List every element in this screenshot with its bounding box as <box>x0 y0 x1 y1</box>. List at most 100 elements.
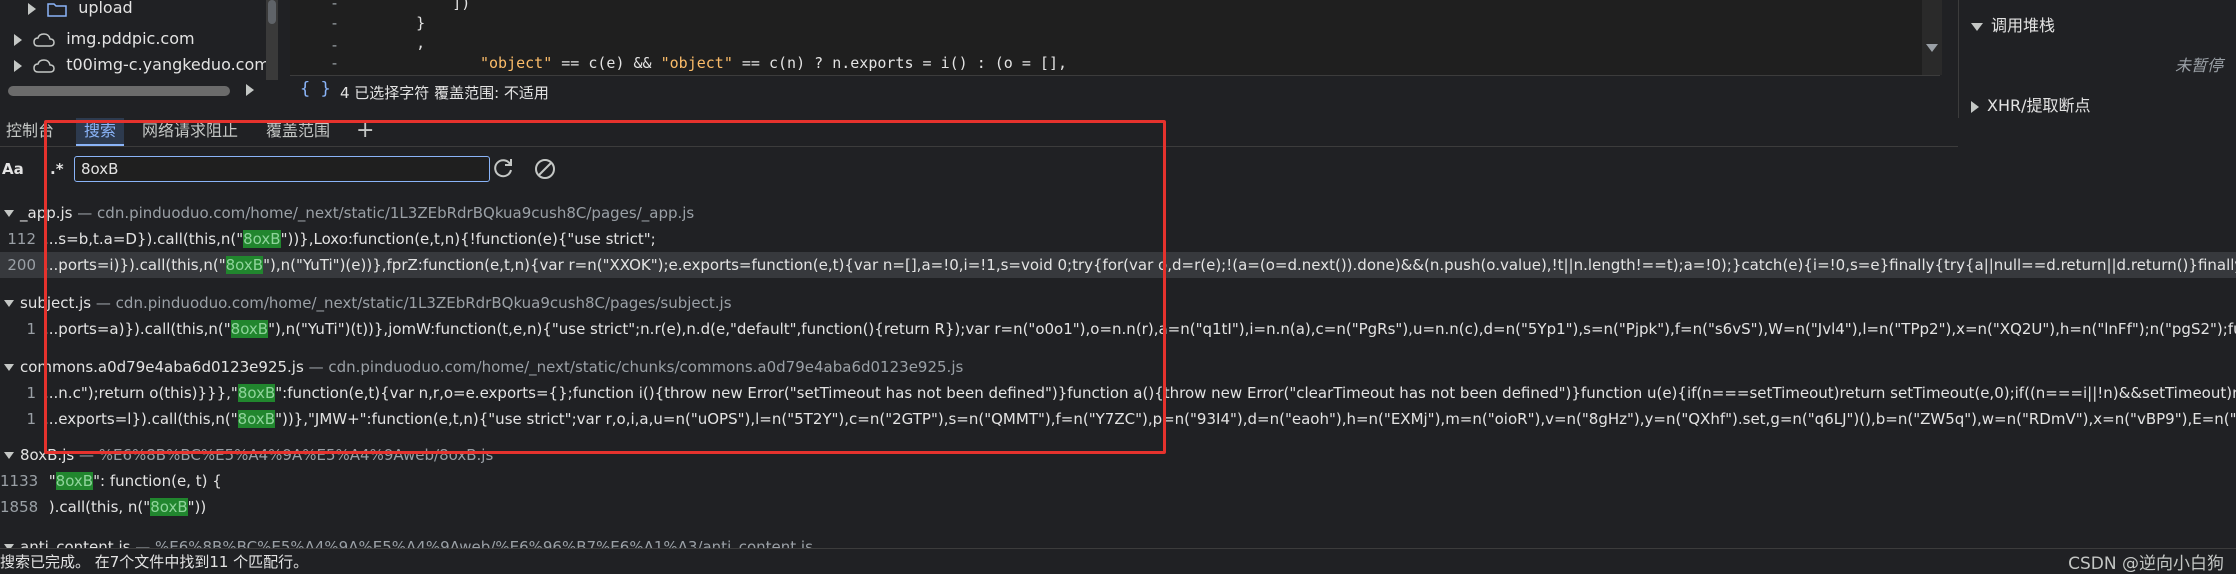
line-prefix: ...ports=a)}).call(this,n(" <box>44 320 231 338</box>
tab-network-request-blocking[interactable]: 网络请求阻止 <box>142 118 238 144</box>
xhr-breakpoints-header[interactable]: XHR/提取断点 <box>1971 92 2091 116</box>
tab-coverage[interactable]: 覆盖范围 <box>266 118 330 144</box>
line-suffix: "))},Loxo:function(e,t,n){!function(e){"… <box>280 230 656 248</box>
cloud-icon <box>33 58 55 73</box>
result-line[interactable]: 1 ...n.c");return o(this)}}},"8oxB":funct… <box>0 380 2236 406</box>
watermark: CSDN @逆向小白狗 <box>2068 554 2224 574</box>
search-summary: 搜索已完成。 在7个文件中找到11 个匹配行。 <box>0 553 309 571</box>
tree-horizontal-scrollbar[interactable] <box>0 80 270 100</box>
line-prefix: ...s=b,t.a=D}).call(this,n(" <box>44 230 244 248</box>
scroll-right-icon[interactable] <box>246 84 254 96</box>
code-text: == c(n) ? n.exports = i() : (o = [], <box>732 54 1068 72</box>
result-file-header[interactable]: 8oxB.js — %E6%8B%BC%E5%A4%9A%E5%A4%9Aweb… <box>0 442 493 468</box>
chevron-right-icon <box>1971 100 1979 113</box>
result-line[interactable]: 1 ...ports=a)}).call(this,n("8oxB"),n("Yu… <box>0 316 2236 342</box>
line-number: 1 <box>26 384 36 402</box>
call-stack-label: 调用堆栈 <box>1991 16 2056 35</box>
result-line[interactable]: 1858 ).call(this, n("8oxB")) <box>0 494 2236 520</box>
chevron-down-icon <box>4 452 14 459</box>
clear-icon[interactable] <box>532 156 558 182</box>
result-file-header[interactable]: commons.a0d79e4aba6d0123e925.js — cdn.pi… <box>0 354 963 380</box>
result-line[interactable]: 1133 "8oxB": function(e, t) { <box>0 468 2236 494</box>
result-file-name: _app.js <box>20 204 73 222</box>
search-toolbar: Aa .* <box>0 148 2236 192</box>
folder-icon <box>47 2 67 17</box>
line-suffix: ": function(e, t) { <box>93 472 222 490</box>
caret-right-icon[interactable] <box>14 59 22 72</box>
result-file-path: — %E6%8B%BC%E5%A4%9A%E5%A4%9Aweb/8oxB.js <box>78 446 494 464</box>
code-editor[interactable]: - ]) - } - , - "object" == c(e) && "obje… <box>290 0 1940 75</box>
cloud-icon <box>33 32 55 47</box>
pretty-print-icon[interactable]: { } <box>300 79 331 99</box>
line-prefix: ).call(this, n(" <box>44 498 151 516</box>
caret-right-icon[interactable] <box>14 33 22 46</box>
chevron-down-icon <box>4 300 14 307</box>
result-file-path: — %E6%8B%BC%E5%A4%9A%E5%A4%9Aweb/%E6%96%… <box>135 538 813 548</box>
tree-item-img-pddpic[interactable]: img.pddpic.com <box>0 26 195 52</box>
line-number: 1858 <box>0 498 39 516</box>
string-literal: "object" <box>480 54 553 72</box>
code-line: } <box>380 14 426 32</box>
scroll-down-icon[interactable] <box>1926 44 1938 52</box>
line-suffix: "),n("YuTi")(t))},jomW:function(t,e,n){"… <box>268 320 2236 338</box>
tree-vertical-scrollbar[interactable] <box>266 0 278 80</box>
search-status-bar: 搜索已完成。 在7个文件中找到11 个匹配行。 CSDN @逆向小白狗 <box>0 548 2236 574</box>
result-line-selected[interactable]: 200 ...ports=i)}).call(this,n("8oxB"),n("… <box>0 252 2236 278</box>
selection-status: 4 已选择字符 覆盖范围: 不适用 <box>340 84 549 102</box>
search-match: 8oxB <box>230 320 269 338</box>
caret-right-icon[interactable] <box>28 2 36 15</box>
line-suffix: "))},"JMW+":function(e,t,n){"use strict"… <box>275 410 2236 428</box>
result-file-path: — cdn.pinduoduo.com/home/_next/static/1L… <box>77 204 695 222</box>
line-number: 112 <box>7 230 36 248</box>
code-line: ]) <box>380 0 471 12</box>
result-file-name: subject.js <box>20 294 92 312</box>
line-number: 1 <box>26 320 36 338</box>
result-file-name: anti_content.js <box>20 538 131 548</box>
code-line: "object" == c(e) && "object" == c(n) ? n… <box>480 54 1067 72</box>
result-file-header[interactable]: anti_content.js — %E6%8B%BC%E5%A4%9A%E5%… <box>0 534 813 548</box>
search-match: 8oxB <box>55 472 94 490</box>
code-line: , <box>380 34 426 52</box>
drawer-tab-bar: 控制台 搜索 网络请求阻止 覆盖范围 + <box>0 112 1958 147</box>
add-tab-icon[interactable]: + <box>356 118 374 143</box>
search-input[interactable] <box>74 156 490 182</box>
code-vertical-scrollbar[interactable] <box>1922 0 1942 75</box>
code-text: == c(e) && <box>552 54 661 72</box>
line-prefix: ...exports=l}).call(this,n(" <box>44 410 238 428</box>
line-suffix: ")) <box>187 498 207 516</box>
search-match: 8oxB <box>237 410 276 428</box>
line-number: 1 <box>26 410 36 428</box>
scrollbar-thumb[interactable] <box>8 86 230 96</box>
result-line[interactable]: 112 ...s=b,t.a=D}).call(this,n("8oxB"))},… <box>0 226 2236 252</box>
tab-search[interactable]: 搜索 <box>76 118 125 146</box>
string-literal: "object" <box>660 54 733 72</box>
editor-status-bar: { } 4 已选择字符 覆盖范围: 不适用 <box>290 75 1940 106</box>
search-match: 8oxB <box>243 230 281 248</box>
debugger-sidebar: 调用堆栈 未暂停 XHR/提取断点 <box>1958 0 2236 118</box>
line-suffix: ":function(e,t){var n,r,o=e.exports={};f… <box>275 384 2236 402</box>
result-line[interactable]: 1 ...exports=l}).call(this,n("8oxB"))},"J… <box>0 406 2236 432</box>
result-file-name: 8oxB.js <box>20 446 75 464</box>
scrollbar-thumb[interactable] <box>268 0 276 24</box>
line-prefix: " <box>44 472 56 490</box>
match-case-toggle[interactable]: Aa <box>2 160 24 178</box>
refresh-icon[interactable] <box>490 156 516 182</box>
search-match: 8oxB <box>150 498 188 516</box>
tree-item-label: upload <box>78 0 133 17</box>
gutter-marker: - <box>330 54 340 72</box>
line-prefix: ...ports=i)}).call(this,n(" <box>44 256 226 274</box>
result-file-header[interactable]: _app.js — cdn.pinduoduo.com/home/_next/s… <box>0 200 694 226</box>
gutter-marker: - <box>330 36 340 54</box>
regex-toggle[interactable]: .* <box>50 160 64 178</box>
line-prefix: ...n.c");return o(this)}}}," <box>44 384 238 402</box>
tab-console[interactable]: 控制台 <box>6 118 54 144</box>
call-stack-header[interactable]: 调用堆栈 <box>1971 12 2055 36</box>
result-file-header[interactable]: subject.js — cdn.pinduoduo.com/home/_nex… <box>0 290 732 316</box>
chevron-down-icon <box>1971 22 1983 31</box>
line-number: 200 <box>7 256 36 274</box>
result-file-path: — cdn.pinduoduo.com/home/_next/static/1L… <box>95 294 732 312</box>
tree-item-t00img[interactable]: t00img-c.yangkeduo.com <box>0 52 270 78</box>
gutter-marker: - <box>330 0 340 12</box>
search-results: _app.js — cdn.pinduoduo.com/home/_next/s… <box>0 196 2236 548</box>
tree-item-upload[interactable]: upload <box>0 0 133 21</box>
